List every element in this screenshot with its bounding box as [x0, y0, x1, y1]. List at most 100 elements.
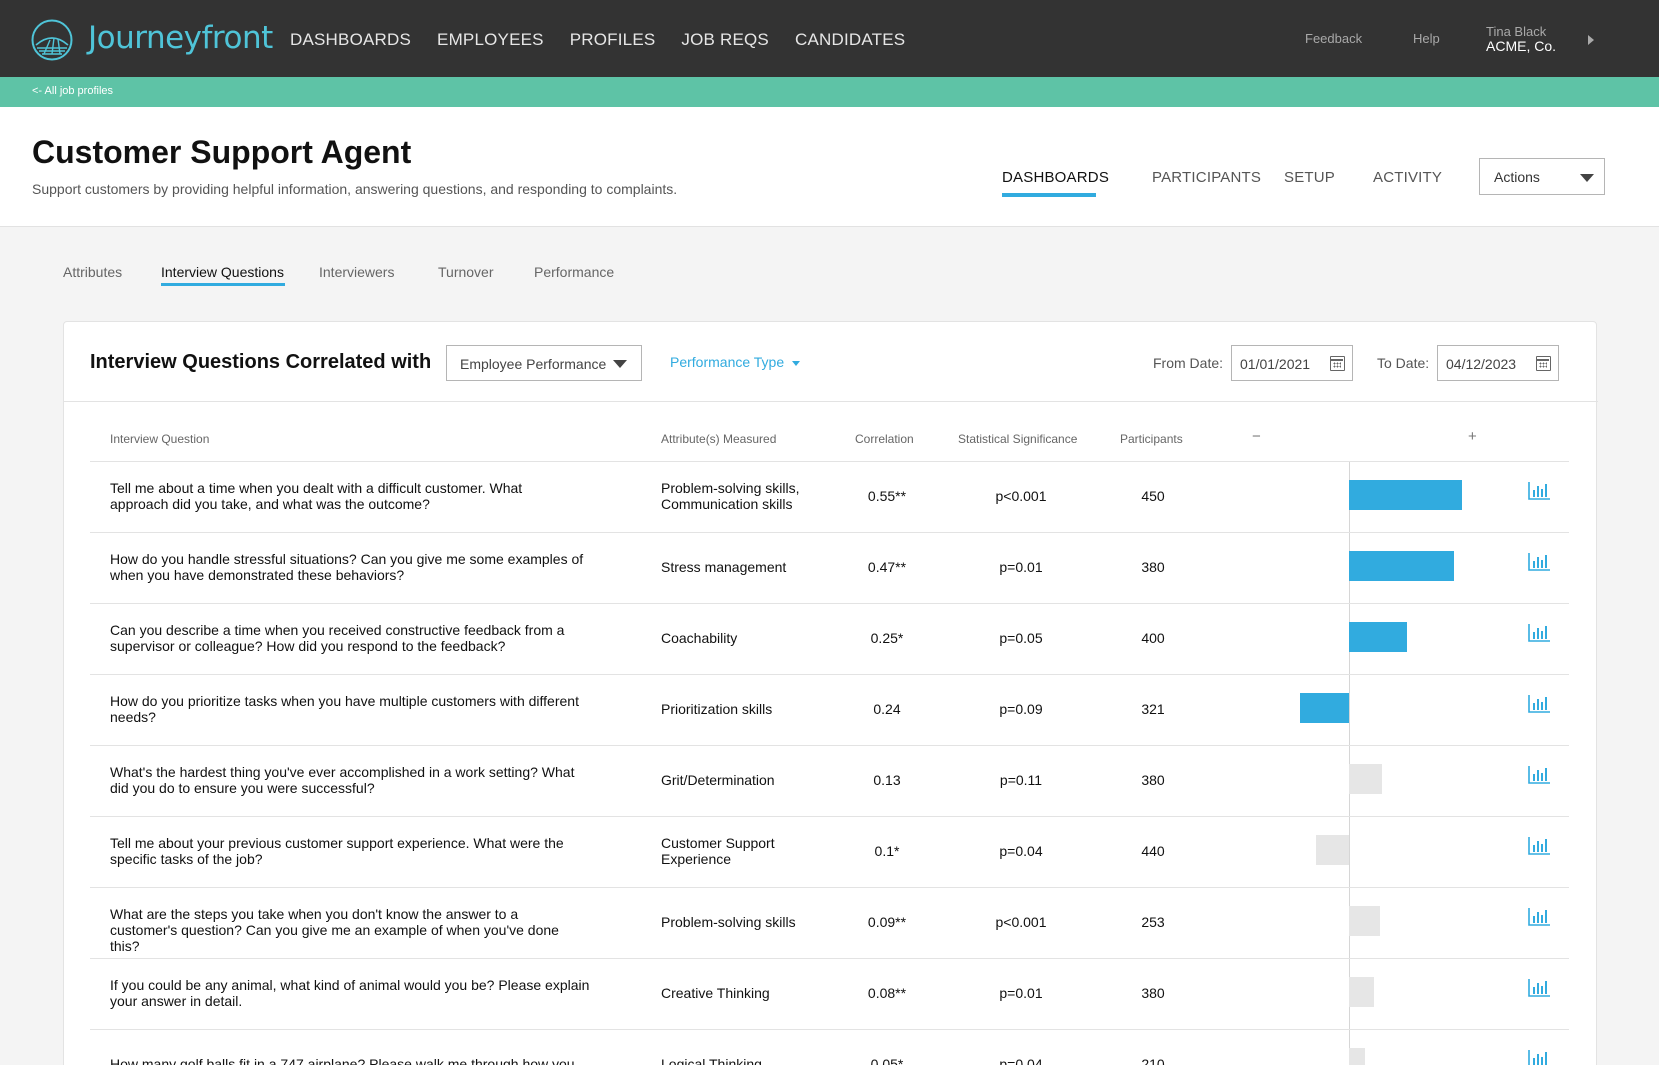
- question-text: supervisor or colleague? How did you res…: [110, 638, 506, 654]
- row-divider: [90, 1029, 1569, 1030]
- attribute-measured: Customer Support: [661, 835, 775, 851]
- to-date-input[interactable]: 04/12/2023: [1437, 345, 1559, 381]
- calendar-icon[interactable]: [1330, 356, 1345, 371]
- significance-value: p=0.01: [999, 985, 1043, 1001]
- correlation-value: 0.25*: [870, 630, 904, 646]
- attribute-measured: Problem-solving skills: [661, 914, 796, 930]
- subnav-setup[interactable]: SETUP: [1284, 169, 1335, 186]
- help-link[interactable]: Help: [1413, 31, 1440, 46]
- nav-candidates[interactable]: CANDIDATES: [795, 30, 905, 50]
- participants-count: 380: [1141, 985, 1165, 1001]
- participants-count: 440: [1141, 843, 1165, 859]
- from-date-value: 01/01/2021: [1240, 356, 1311, 372]
- tab-interviewers[interactable]: Interviewers: [319, 264, 394, 280]
- user-name: Tina Black: [1486, 24, 1547, 39]
- active-tab-indicator: [161, 283, 285, 286]
- attribute-measured: Creative Thinking: [661, 985, 770, 1001]
- row-divider: [90, 603, 1569, 604]
- nav-employees[interactable]: EMPLOYEES: [437, 30, 544, 50]
- question-text: your answer in detail.: [110, 993, 243, 1009]
- bar-chart-icon[interactable]: [1528, 907, 1551, 927]
- column-header-participants[interactable]: Participants: [1120, 432, 1183, 446]
- significance-value: p<0.001: [995, 914, 1047, 930]
- nav-job-reqs[interactable]: JOB REQS: [681, 30, 769, 50]
- correlation-value: 0.55**: [867, 488, 907, 504]
- column-header-attributes[interactable]: Attribute(s) Measured: [661, 432, 776, 446]
- bar-chart-icon[interactable]: [1528, 623, 1551, 643]
- breadcrumb-bar: <- All job profiles: [0, 77, 1659, 107]
- from-date-input[interactable]: 01/01/2021: [1231, 345, 1353, 381]
- bar-chart-icon[interactable]: [1528, 836, 1551, 856]
- performance-type-dropdown[interactable]: Performance Type: [670, 354, 784, 370]
- nav-profiles[interactable]: PROFILES: [570, 30, 656, 50]
- significance-value: p=0.04: [999, 843, 1043, 859]
- row-divider: [90, 887, 1569, 888]
- attribute-measured: Experience: [661, 851, 732, 867]
- page-title: Customer Support Agent: [32, 134, 412, 170]
- caret-right-icon[interactable]: [1588, 35, 1594, 45]
- question-text: specific tasks of the job?: [110, 851, 263, 867]
- back-to-job-profiles-link[interactable]: <- All job profiles: [32, 85, 113, 97]
- significance-value: p<0.001: [995, 488, 1047, 504]
- journeyfront-logo-icon[interactable]: [30, 18, 74, 62]
- correlation-bar: [1349, 764, 1382, 794]
- user-menu[interactable]: Tina Black ACME, Co.: [1486, 24, 1556, 54]
- top-navbar: Journeyfront DASHBOARDS EMPLOYEES PROFIL…: [0, 0, 1659, 77]
- attribute-measured: Stress management: [661, 559, 787, 575]
- bar-chart-icon[interactable]: [1528, 765, 1551, 785]
- question-text: approach did you take, and what was the …: [110, 496, 430, 512]
- subnav-dashboards[interactable]: DASHBOARDS: [1002, 169, 1109, 186]
- calendar-icon[interactable]: [1536, 356, 1551, 371]
- correlation-value: 0.13: [873, 772, 901, 788]
- to-date-value: 04/12/2023: [1446, 356, 1517, 372]
- nav-dashboards[interactable]: DASHBOARDS: [290, 30, 411, 50]
- actions-label: Actions: [1494, 169, 1540, 185]
- significance-value: p=0.01: [999, 559, 1043, 575]
- row-divider: [90, 958, 1569, 959]
- brand-name[interactable]: Journeyfront: [88, 20, 273, 56]
- question-text: did you do to ensure you were successful…: [110, 780, 375, 796]
- question-text: needs?: [110, 709, 156, 725]
- significance-value: p=0.05: [999, 630, 1043, 646]
- question-text: when you have demonstrated these behavio…: [110, 567, 405, 583]
- row-divider: [90, 674, 1569, 675]
- bar-chart-icon[interactable]: [1528, 978, 1551, 998]
- actions-dropdown[interactable]: Actions: [1479, 158, 1605, 195]
- tab-attributes[interactable]: Attributes: [63, 264, 122, 280]
- tab-performance[interactable]: Performance: [534, 264, 614, 280]
- significance-value: p=0.04: [999, 1056, 1043, 1065]
- subnav-participants[interactable]: PARTICIPANTS: [1152, 169, 1261, 186]
- bar-chart-icon[interactable]: [1528, 694, 1551, 714]
- bar-chart-icon[interactable]: [1528, 1049, 1551, 1065]
- caret-down-icon[interactable]: [792, 361, 800, 366]
- participants-count: 400: [1141, 630, 1165, 646]
- question-text: Tell me about a time when you dealt with…: [110, 480, 523, 496]
- subnav-activity[interactable]: ACTIVITY: [1373, 169, 1442, 186]
- column-header-significance[interactable]: Statistical Significance: [958, 432, 1077, 446]
- tab-interview-questions[interactable]: Interview Questions: [161, 264, 284, 280]
- bar-chart-icon[interactable]: [1528, 481, 1551, 501]
- correlate-with-select[interactable]: Employee Performance: [446, 345, 642, 381]
- question-text: How many golf balls fit in a 747 airplan…: [110, 1056, 575, 1065]
- column-header-correlation[interactable]: Correlation: [855, 432, 914, 446]
- bar-chart-icon[interactable]: [1528, 552, 1551, 572]
- significance-value: p=0.09: [999, 701, 1043, 717]
- attribute-measured: Logical Thinking: [661, 1056, 762, 1065]
- feedback-link[interactable]: Feedback: [1305, 31, 1362, 46]
- correlation-value: 0.08**: [867, 985, 907, 1001]
- column-header-question[interactable]: Interview Question: [110, 432, 209, 446]
- tab-turnover[interactable]: Turnover: [438, 264, 494, 280]
- caret-down-icon: [613, 360, 627, 368]
- correlation-bar: [1349, 1048, 1366, 1065]
- significance-value: p=0.11: [999, 772, 1043, 788]
- main-nav: DASHBOARDS EMPLOYEES PROFILES JOB REQS C…: [290, 30, 931, 50]
- active-subnav-indicator: [1002, 193, 1096, 197]
- correlation-value: 0.47**: [867, 559, 907, 575]
- panel-header: Interview Questions Correlated with Empl…: [64, 322, 1598, 402]
- correlation-bar: [1316, 835, 1349, 865]
- from-date-label: From Date:: [1153, 355, 1224, 371]
- question-text: customer's question? Can you give me an …: [110, 922, 559, 954]
- correlation-bar: [1349, 622, 1407, 652]
- participants-count: 210: [1141, 1056, 1165, 1065]
- participants-count: 380: [1141, 772, 1165, 788]
